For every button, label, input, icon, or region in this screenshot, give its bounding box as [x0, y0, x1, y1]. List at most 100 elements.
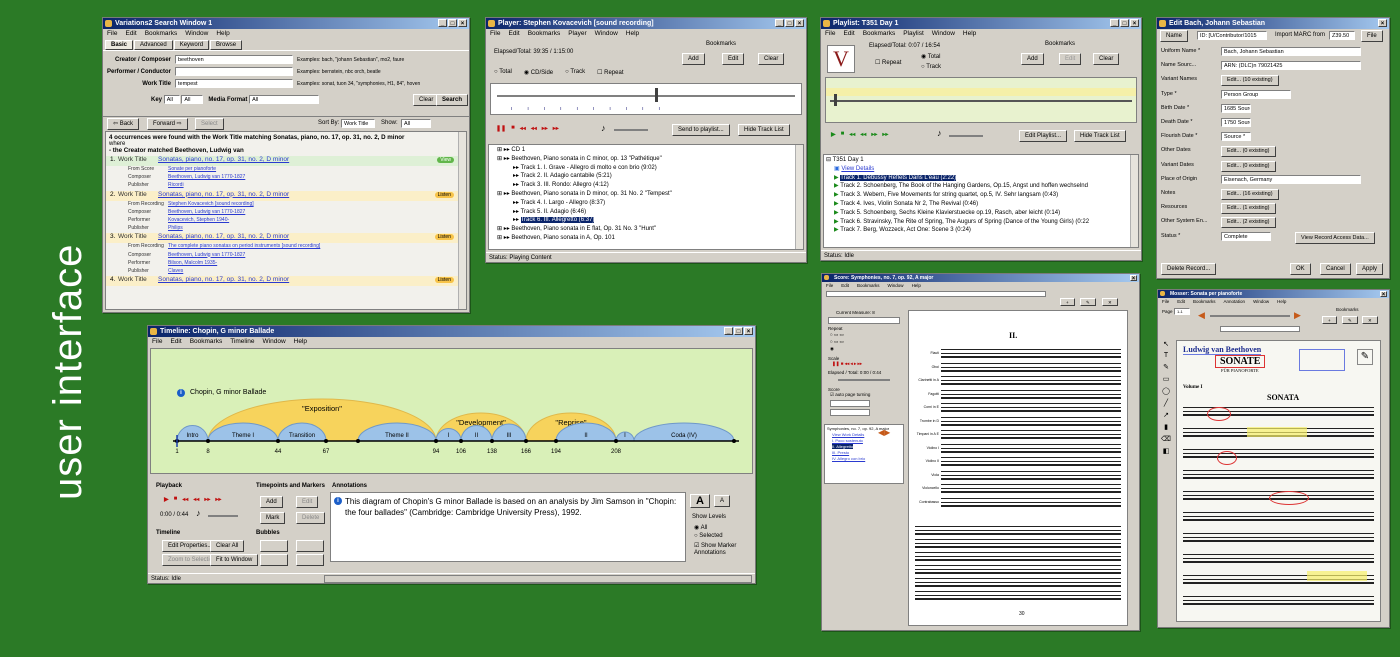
ellipse-icon[interactable]: ◯ [1162, 387, 1170, 395]
result-row[interactable]: Publisher Philips [106, 225, 466, 233]
timepoint-marker[interactable] [554, 439, 558, 443]
close-icon[interactable]: × [1130, 19, 1139, 27]
increase-font-button[interactable]: A [690, 494, 710, 508]
page-select[interactable] [830, 400, 870, 407]
menu-window[interactable]: Window [185, 29, 208, 39]
color-icon[interactable]: ◧ [1163, 447, 1170, 455]
editor-field-value[interactable]: Person Group [1221, 89, 1291, 99]
menu-window[interactable]: Window [263, 337, 286, 347]
menu-file[interactable]: File [825, 29, 835, 39]
playlist-track[interactable]: ▶ Track 7. Berg, Wozzeck, Act One: Scene… [826, 226, 1138, 235]
sonata-add-bookmark-button[interactable]: + [1322, 316, 1337, 324]
result-title[interactable]: Ricordi [168, 182, 184, 188]
editor-field-value[interactable]: 1750 Source * ARN: (DLC)n 79021425 [1221, 118, 1251, 127]
tab-browse[interactable]: Browse [210, 40, 243, 50]
score-titlebar[interactable]: Score: Symphonies, no. 7, op. 92, A majo… [822, 274, 1139, 282]
stop-icon[interactable]: ■ [841, 131, 845, 138]
next-page-icon[interactable]: ▶ [1294, 310, 1301, 321]
result-title[interactable]: Philips [168, 225, 183, 231]
send-to-playlist-button[interactable]: Send to playlist... [672, 124, 730, 136]
minimize-icon[interactable]: _ [1110, 19, 1119, 27]
playlist-track[interactable]: ▶ Track 3. Webern, Five Movements for st… [826, 191, 1138, 200]
forward-icon[interactable]: ▸▸ [542, 125, 548, 132]
menu-playlist[interactable]: Playlist [903, 29, 924, 39]
apply-button[interactable]: Apply [1356, 263, 1384, 275]
volume-slider[interactable] [949, 135, 983, 137]
pen-icon[interactable]: ✎ [1163, 363, 1169, 371]
editor-field-value[interactable]: Edit... (2 existing) [1221, 217, 1276, 229]
result-row[interactable]: 3. Work Title Sonatas, piano, no. 17, op. … [106, 233, 466, 244]
editor-field-value[interactable]: Edit... (0 existing) [1221, 146, 1276, 158]
close-icon[interactable]: × [1378, 19, 1387, 27]
result-title[interactable]: Sonatas, piano, no. 17, op. 31, no. 2, D… [158, 156, 289, 163]
results-scrollbar[interactable] [458, 132, 466, 309]
pause-icon[interactable]: ❚❚ [496, 125, 506, 132]
timepoint-marker[interactable] [490, 439, 494, 443]
menu-help[interactable]: Help [912, 282, 921, 289]
tab-keyword[interactable]: Keyword [173, 40, 210, 50]
play-icon[interactable]: ▶ [831, 131, 836, 138]
rewind-icon[interactable]: ◂◂ [520, 125, 526, 132]
tree-track-node[interactable]: ▸▸ Track 3. III. Rondo: Allegro (4:12) [491, 181, 803, 190]
bubble-edit-button[interactable] [296, 540, 324, 552]
playlist-hide-track-list-button[interactable]: Hide Track List [1074, 130, 1126, 142]
result-listen-badge[interactable]: Listen [434, 234, 454, 241]
editor-field-value[interactable]: Bach, Johann Sebastian [1221, 47, 1361, 56]
highlight-annotation[interactable] [1307, 571, 1367, 581]
maximize-icon[interactable]: □ [785, 19, 794, 27]
result-title[interactable]: The complete piano sonatas on period ins… [168, 243, 320, 249]
tab-advanced[interactable]: Advanced [134, 40, 173, 50]
result-title[interactable]: Sonatas, piano, no. 17, op. 31, no. 2, D… [158, 276, 289, 283]
bubble-color-button[interactable] [260, 554, 288, 566]
result-row[interactable]: Performer Kovacevich, Stephen 1940- [106, 217, 466, 225]
result-row[interactable]: Publisher Claves [106, 268, 466, 276]
score-edit-bookmark-button[interactable]: ✎ [1080, 298, 1096, 306]
view-details-link[interactable]: ▣ View Details [826, 165, 1138, 174]
editor-field-value[interactable]: Source * [1221, 132, 1251, 142]
maximize-icon[interactable]: □ [448, 19, 457, 27]
editor-field-value[interactable]: 1685 Source * ARN: (DLC)n 79021425 [1221, 103, 1251, 113]
score-add-bookmark-button[interactable]: + [1060, 298, 1075, 306]
menu-player[interactable]: Player [568, 29, 586, 39]
minimize-icon[interactable]: _ [438, 19, 447, 27]
menu-help[interactable]: Help [626, 29, 639, 39]
playlist-root[interactable]: ⊟ T351 Day 1 [826, 156, 1138, 165]
auto-page-checkbox[interactable]: ☑ auto page turning [830, 392, 904, 398]
fit-window-button[interactable]: Fit to Window [210, 554, 259, 566]
menu-file[interactable]: File [1162, 298, 1169, 305]
menu-window[interactable]: Window [1253, 298, 1269, 305]
player-hide-track-list-button[interactable]: Hide Track List [738, 124, 790, 136]
player-tree-scrollbar[interactable] [795, 145, 803, 249]
minimize-icon[interactable]: _ [775, 19, 784, 27]
menu-file[interactable]: File [826, 282, 833, 289]
editor-field-value[interactable]: Edit... (10 existing) [1221, 75, 1279, 87]
close-icon[interactable]: × [795, 19, 804, 27]
close-icon[interactable]: × [1130, 275, 1137, 282]
player-radio-repeat[interactable]: ☐ Repeat [597, 69, 623, 76]
result-row[interactable]: Composer Beethoven, Ludwig van 1770-1827 [106, 174, 466, 182]
circle-annotation[interactable] [1217, 451, 1237, 465]
editor-field-value[interactable]: Eisenach, Germany [1221, 174, 1361, 184]
player-playhead[interactable] [655, 88, 658, 102]
timepoint-marker[interactable] [732, 439, 736, 443]
stop-icon[interactable]: ■ [174, 496, 178, 503]
menu-help[interactable]: Help [294, 337, 307, 347]
result-row[interactable]: From Recording The complete piano sonatas… [106, 243, 466, 251]
show-marker-checkbox[interactable]: ☑ Show Marker Annotations [694, 543, 744, 557]
menu-edit[interactable]: Edit [508, 29, 519, 39]
menu-bookmarks[interactable]: Bookmarks [145, 29, 178, 39]
bubble-add-button[interactable] [260, 540, 288, 552]
editor-field-value[interactable]: Edit... (1 existing) [1221, 203, 1276, 215]
tree-work-node[interactable]: ⊞ ▸▸ Beethoven, Piano sonata in A, Op. 1… [491, 234, 803, 243]
timepoint-marker[interactable] [324, 439, 328, 443]
add-timepoint-button[interactable]: Add [260, 496, 283, 508]
volume-slider[interactable] [614, 129, 648, 131]
select-button[interactable]: Select [195, 118, 224, 130]
cancel-button[interactable]: Cancel [1320, 263, 1351, 275]
tree-work-node[interactable]: ⊞ ▸▸ Beethoven, Piano sonata in C minor,… [491, 155, 803, 164]
sonata-timeline[interactable] [1220, 326, 1300, 332]
maximize-icon[interactable]: □ [734, 327, 743, 335]
fast-forward-icon[interactable]: ▸▸ [215, 496, 221, 503]
close-icon[interactable]: × [744, 327, 753, 335]
measure-field[interactable] [828, 317, 900, 324]
